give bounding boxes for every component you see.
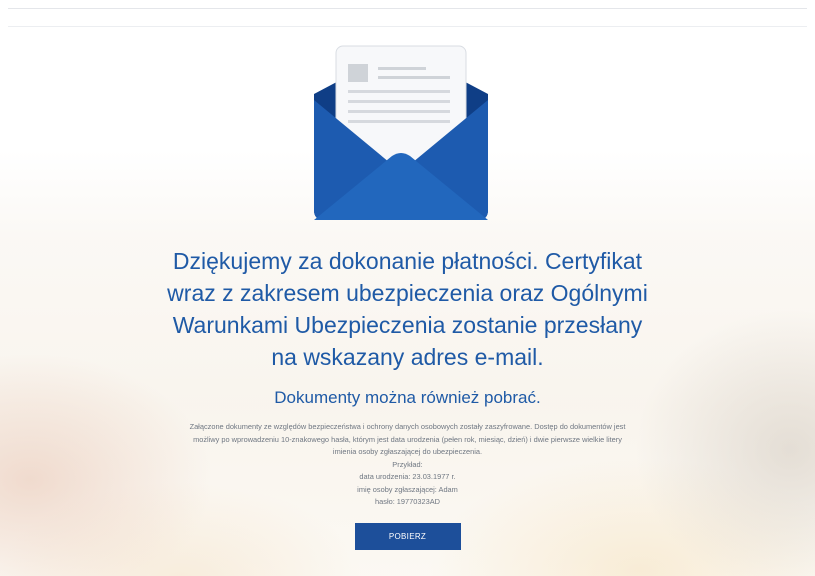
info-line: możliwy po wprowadzeniu 10-znakowego has…: [193, 434, 622, 444]
example-birthdate: data urodzenia: 23.03.1977 r.: [359, 472, 456, 481]
top-divider: [8, 8, 807, 9]
example-password: hasło: 19770323AD: [375, 497, 440, 506]
confirmation-message: Dziękujemy za dokonanie płatności. Certy…: [148, 245, 668, 373]
info-line: Załączone dokumenty ze względów bezpiecz…: [189, 422, 626, 431]
confirmation-section: Dziękujemy za dokonanie płatności. Certy…: [0, 245, 815, 550]
page: Dziękujemy za dokonanie płatności. Certy…: [0, 0, 815, 576]
encryption-info: Załączone dokumenty ze względów bezpiecz…: [148, 421, 668, 509]
example-title: Przykład:: [392, 459, 423, 469]
headline-line: wraz z zakresem ubezpieczenia oraz Ogóln…: [167, 280, 648, 306]
header-divider: [8, 26, 807, 27]
envelope-with-letter-icon: [314, 45, 488, 220]
headline-line: na wskazany adres e-mail.: [271, 344, 544, 370]
headline-line: Dziękujemy za dokonanie płatności. Certy…: [172, 248, 643, 274]
headline-line: Warunkami Ubezpieczenia zostanie przesła…: [172, 312, 643, 338]
download-button[interactable]: POBIERZ: [354, 522, 461, 550]
info-line: imienia osoby zgłaszającej do ubezpiecze…: [332, 447, 483, 456]
download-info-heading: Dokumenty można również pobrać.: [274, 388, 541, 407]
example-name: imię osoby zgłaszającej: Adam: [357, 484, 458, 494]
